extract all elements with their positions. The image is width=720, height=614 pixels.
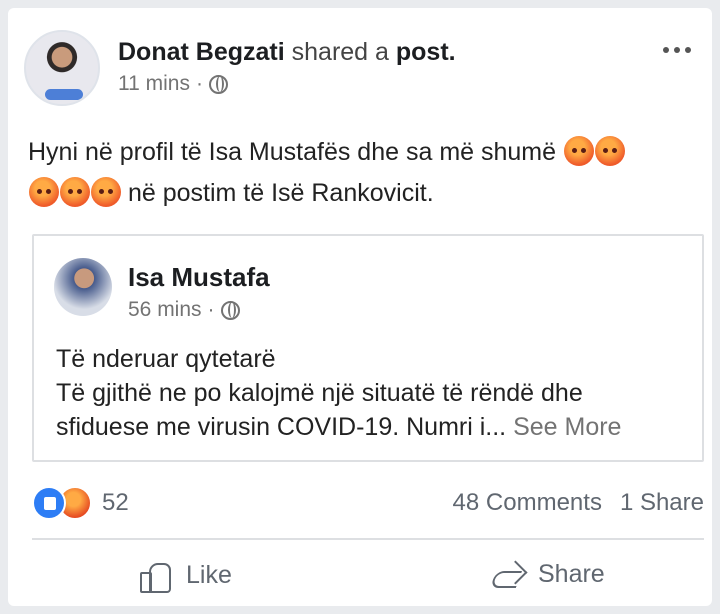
shared-author-name[interactable]: Isa Mustafa <box>128 262 270 293</box>
angry-emoji-icon <box>594 136 625 166</box>
like-button[interactable]: Like <box>138 558 232 593</box>
like-label: Like <box>186 560 232 589</box>
shared-post-meta: 56 mins · <box>128 298 240 322</box>
shared-line-3: sfiduese me virusin COVID-19. Numri i...… <box>56 410 696 444</box>
angry-emoji-icon <box>60 177 90 207</box>
globe-icon <box>220 300 240 320</box>
shared-line-3-text: sfiduese me virusin COVID-19. Numri i... <box>56 413 507 441</box>
share-arrow-icon <box>488 558 524 590</box>
angry-emoji-icon <box>29 177 59 207</box>
meta-separator: · <box>195 72 203 95</box>
post-text-after: në postim të Isë Rankovicit. <box>127 179 434 207</box>
angry-emoji-icon <box>563 136 594 166</box>
post-time[interactable]: 11 mins <box>118 72 190 96</box>
like-reaction-icon <box>32 486 66 520</box>
post-actions: Like Share <box>32 548 704 606</box>
reactions-summary[interactable]: 52 <box>32 486 129 520</box>
shared-post-body: Të nderuar qytetarë Të gjithë ne po kalo… <box>56 342 696 444</box>
author-avatar[interactable] <box>24 30 100 106</box>
shared-author-avatar[interactable] <box>54 258 112 316</box>
shared-line-2: Të gjithë ne po kalojmë një situatë të r… <box>56 379 583 407</box>
shared-post-card[interactable]: Isa Mustafa 56 mins · Të nderuar qytetar… <box>32 234 704 462</box>
thumbs-up-icon <box>138 558 172 593</box>
shared-text: shared a <box>291 38 389 66</box>
share-button[interactable]: Share <box>488 558 605 590</box>
shared-line-1: Të nderuar qytetarë <box>56 345 276 373</box>
post-author-line: Donat Begzati shared a post. <box>118 38 456 66</box>
shared-post-time[interactable]: 56 mins <box>128 298 202 322</box>
engagement-counts: 48 Comments 1 Share <box>453 489 704 517</box>
post-body: Hyni në profil të Isa Mustafës dhe sa më… <box>28 132 708 214</box>
reaction-count[interactable]: 52 <box>102 489 129 517</box>
see-more-link[interactable]: See More <box>513 413 621 441</box>
comments-count[interactable]: 48 Comments <box>453 489 602 517</box>
facebook-post-card: Donat Begzati shared a post. 11 mins · H… <box>8 8 712 606</box>
angry-emoji-icon <box>91 177 121 207</box>
more-options-icon[interactable] <box>658 40 696 60</box>
meta-separator: · <box>207 298 215 321</box>
share-label: Share <box>538 559 605 588</box>
post-stats: 52 48 Comments 1 Share <box>32 484 704 520</box>
post-meta: 11 mins · <box>118 72 228 96</box>
shares-count[interactable]: 1 Share <box>620 489 704 517</box>
actions-divider <box>32 538 704 540</box>
author-name[interactable]: Donat Begzati <box>118 38 285 66</box>
globe-icon <box>208 74 228 94</box>
avatar-badge <box>45 89 83 100</box>
shared-post-link[interactable]: post. <box>396 38 456 66</box>
post-text-before: Hyni në profil të Isa Mustafës dhe sa më… <box>28 138 557 166</box>
post-header: Donat Begzati shared a post. 11 mins · <box>24 30 696 110</box>
